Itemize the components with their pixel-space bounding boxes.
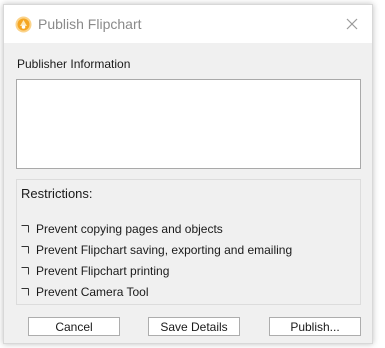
cancel-button[interactable]: Cancel bbox=[28, 317, 120, 336]
publish-button[interactable]: Publish... bbox=[269, 317, 361, 336]
checkbox-icon[interactable] bbox=[21, 225, 29, 233]
restriction-prevent-camera[interactable]: Prevent Camera Tool bbox=[21, 284, 149, 300]
restriction-label: Prevent copying pages and objects bbox=[36, 222, 223, 236]
checkbox-icon[interactable] bbox=[21, 288, 29, 296]
save-details-button[interactable]: Save Details bbox=[148, 317, 240, 336]
restriction-prevent-printing[interactable]: Prevent Flipchart printing bbox=[21, 263, 169, 279]
restriction-prevent-copying[interactable]: Prevent copying pages and objects bbox=[21, 221, 223, 237]
restriction-prevent-saving[interactable]: Prevent Flipchart saving, exporting and … bbox=[21, 242, 292, 258]
restriction-label: Prevent Camera Tool bbox=[36, 285, 149, 299]
restrictions-group: Restrictions: Prevent copying pages and … bbox=[16, 179, 361, 305]
close-icon[interactable] bbox=[342, 14, 362, 34]
checkbox-icon[interactable] bbox=[21, 267, 29, 275]
title-bar[interactable]: Publish Flipchart bbox=[4, 5, 372, 43]
publisher-information-field[interactable] bbox=[16, 79, 361, 169]
publish-flipchart-dialog: Publish Flipchart Publisher Information … bbox=[3, 4, 373, 344]
window-title: Publish Flipchart bbox=[38, 16, 142, 32]
restrictions-title: Restrictions: bbox=[21, 186, 93, 201]
restriction-label: Prevent Flipchart printing bbox=[36, 264, 170, 278]
restriction-label: Prevent Flipchart saving, exporting and … bbox=[36, 243, 293, 257]
publisher-information-label: Publisher Information bbox=[17, 57, 131, 71]
flipchart-icon bbox=[15, 16, 32, 33]
checkbox-icon[interactable] bbox=[21, 246, 29, 254]
